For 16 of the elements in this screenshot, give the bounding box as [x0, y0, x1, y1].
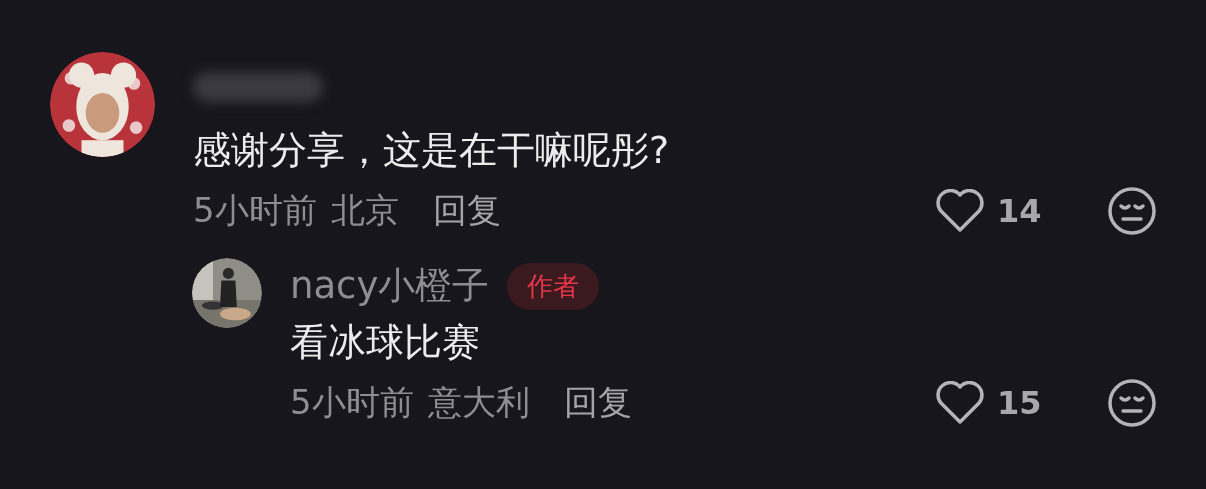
comment-text: 感谢分享，这是在干嘛呢彤?	[193, 127, 671, 174]
comment-location: 北京	[330, 189, 399, 232]
author-badge: 作者	[507, 262, 600, 310]
reply-button[interactable]: 回复	[563, 380, 632, 426]
author-name: nacy小橙子	[290, 263, 490, 309]
like-count: 15	[997, 384, 1043, 422]
dislike-icon[interactable]	[1107, 186, 1157, 236]
comment-location: 意大利	[427, 381, 530, 424]
like-count: 14	[997, 192, 1043, 230]
comment-time: 5小时前	[290, 381, 414, 424]
dislike-icon[interactable]	[1107, 378, 1157, 428]
like-icon[interactable]	[935, 381, 985, 425]
comment-time: 5小时前	[193, 189, 317, 232]
reply-button[interactable]: 回复	[432, 188, 501, 234]
reply-text: 看冰球比赛	[290, 319, 481, 366]
like-icon[interactable]	[935, 189, 985, 233]
